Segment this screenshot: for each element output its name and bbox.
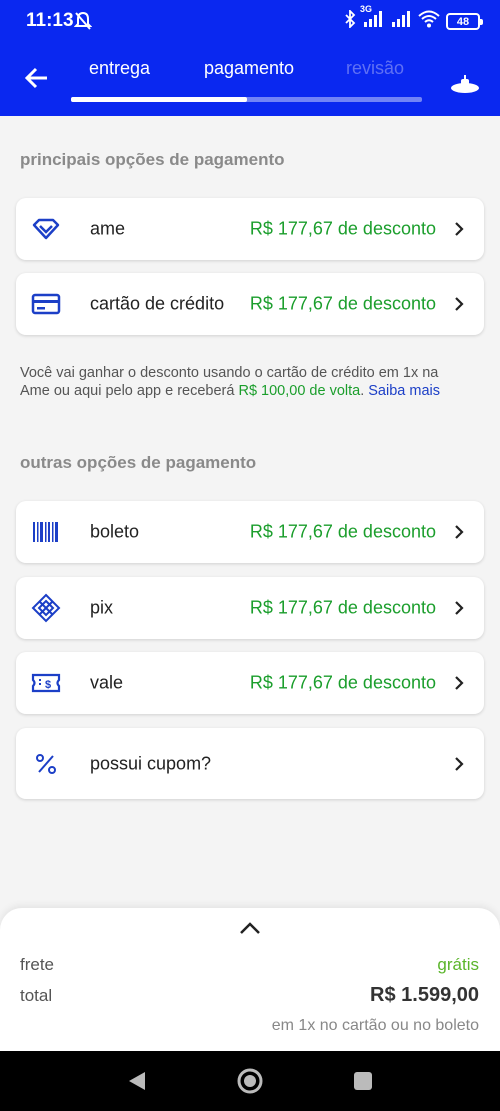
credit-card-icon bbox=[30, 288, 62, 320]
checkout-header: entrega pagamento revisão bbox=[0, 41, 500, 116]
chevron-right-icon bbox=[452, 297, 466, 311]
chevron-right-icon bbox=[452, 222, 466, 236]
chevron-right-icon bbox=[452, 601, 466, 615]
payment-option-pix[interactable]: pix R$ 177,67 de desconto bbox=[16, 577, 484, 639]
tab-revisao: revisão bbox=[346, 58, 405, 78]
status-time: 11:13 bbox=[26, 10, 74, 31]
barcode-icon bbox=[30, 516, 62, 548]
frete-label: frete bbox=[20, 955, 55, 974]
percent-icon bbox=[30, 748, 62, 780]
nav-back-icon[interactable] bbox=[127, 1071, 147, 1096]
total-value: R$ 1.599,00 bbox=[370, 984, 479, 1006]
bluetooth-icon bbox=[344, 8, 356, 33]
network-type-label: 3G bbox=[360, 4, 373, 14]
payment-option-label: ame bbox=[90, 218, 126, 239]
frete-value: grátis bbox=[437, 955, 479, 974]
payment-note: em 1x no cartão ou no boleto bbox=[271, 1017, 479, 1034]
cashback-info: Você vai ganhar o desconto usando o cart… bbox=[20, 364, 460, 400]
signal-icon: 3G bbox=[360, 4, 384, 33]
voucher-icon: $ bbox=[30, 667, 62, 699]
payment-option-credit-card[interactable]: cartão de crédito R$ 177,67 de desconto bbox=[16, 273, 484, 335]
nav-recents-icon[interactable] bbox=[354, 1072, 372, 1090]
total-label: total bbox=[20, 986, 53, 1005]
payment-discount: R$ 177,67 de desconto bbox=[249, 293, 436, 314]
submarino-logo-icon bbox=[449, 75, 481, 100]
payment-discount: R$ 177,67 de desconto bbox=[249, 521, 436, 542]
coupon-option[interactable]: possui cupom? bbox=[16, 728, 484, 799]
payment-discount: R$ 177,67 de desconto bbox=[249, 672, 436, 693]
status-bar: 11:13 3G 48 bbox=[0, 0, 500, 41]
diamond-icon bbox=[30, 213, 62, 245]
payment-discount: R$ 177,67 de desconto bbox=[249, 218, 436, 239]
pix-icon bbox=[30, 592, 62, 624]
svg-text:$: $ bbox=[45, 679, 51, 691]
payment-option-label: vale bbox=[90, 672, 124, 693]
battery-icon: 48 bbox=[446, 13, 483, 30]
bell-muted-icon bbox=[73, 11, 93, 36]
chevron-up-icon[interactable] bbox=[238, 918, 262, 938]
tab-pagamento[interactable]: pagamento bbox=[204, 58, 294, 79]
other-section-title: outras opções de pagamento bbox=[20, 453, 257, 472]
chevron-right-icon bbox=[452, 676, 466, 690]
system-nav-bar bbox=[0, 1051, 500, 1111]
checkout-progress-bar bbox=[71, 97, 422, 102]
checkout-progress-fill bbox=[71, 97, 247, 102]
signal-2-icon bbox=[390, 10, 412, 33]
payment-option-label: pix bbox=[90, 597, 114, 618]
cashback-amount: R$ 100,00 de volta bbox=[238, 383, 361, 399]
coupon-label: possui cupom? bbox=[90, 753, 212, 773]
tab-entrega[interactable]: entrega bbox=[89, 58, 150, 79]
nav-home-icon[interactable] bbox=[236, 1067, 264, 1100]
payment-option-ame[interactable]: ame R$ 177,67 de desconto bbox=[16, 198, 484, 260]
payment-option-vale[interactable]: $ vale R$ 177,67 de desconto bbox=[16, 652, 484, 714]
battery-level: 48 bbox=[456, 15, 470, 28]
payment-option-label: cartão de crédito bbox=[90, 293, 225, 314]
learn-more-link[interactable]: Saiba mais bbox=[368, 383, 440, 399]
chevron-right-icon bbox=[452, 525, 466, 539]
wifi-icon bbox=[418, 10, 440, 33]
payment-option-boleto[interactable]: boleto R$ 177,67 de desconto bbox=[16, 501, 484, 563]
payment-option-label: boleto bbox=[90, 521, 140, 542]
order-summary-sheet: frete grátis total R$ 1.599,00 em 1x no … bbox=[0, 908, 500, 1051]
payment-discount: R$ 177,67 de desconto bbox=[249, 597, 436, 618]
chevron-right-icon bbox=[452, 756, 466, 771]
main-section-title: principais opções de pagamento bbox=[20, 150, 285, 169]
back-arrow-icon[interactable] bbox=[22, 63, 52, 93]
